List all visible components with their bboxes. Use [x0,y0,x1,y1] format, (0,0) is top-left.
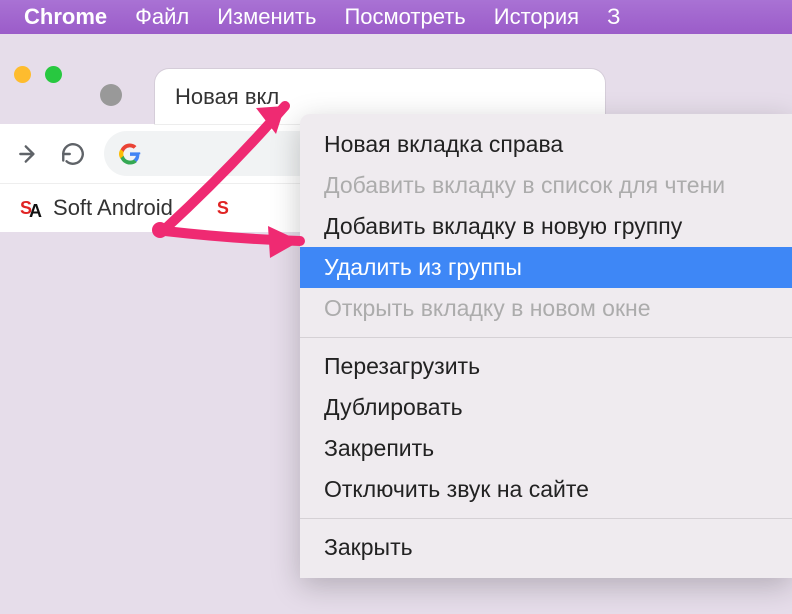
window-controls [14,66,62,83]
ctx-duplicate[interactable]: Дублировать [300,387,792,428]
bookmark-favicon: S [217,198,226,219]
bookmark-item[interactable]: Soft Android [53,195,173,221]
menu-view[interactable]: Посмотреть [330,0,479,34]
ctx-new-tab-right[interactable]: Новая вкладка справа [300,124,792,165]
browser-window: Новая вкл SA Soft Android S Новая вкладк… [0,34,792,614]
tab-group-indicator[interactable] [100,84,122,106]
ctx-remove-from-group[interactable]: Удалить из группы [300,247,792,288]
bookmark-favicon: SA [20,198,39,219]
menu-edit[interactable]: Изменить [203,0,330,34]
ctx-pin[interactable]: Закрепить [300,428,792,469]
ctx-separator [300,337,792,338]
menu-cutoff[interactable]: З [593,0,634,34]
ctx-add-to-new-group[interactable]: Добавить вкладку в новую группу [300,206,792,247]
ctx-mute-site[interactable]: Отключить звук на сайте [300,469,792,510]
macos-menubar: Chrome Файл Изменить Посмотреть История … [0,0,792,34]
ctx-reload[interactable]: Перезагрузить [300,346,792,387]
tab-title: Новая вкл [175,84,279,110]
ctx-separator [300,518,792,519]
minimize-button[interactable] [14,66,31,83]
ctx-close[interactable]: Закрыть [300,527,792,568]
ctx-open-in-new-window: Открыть вкладку в новом окне [300,288,792,329]
menu-file[interactable]: Файл [121,0,203,34]
tab-strip: Новая вкл [0,34,792,124]
zoom-button[interactable] [45,66,62,83]
reload-button[interactable] [60,141,86,167]
menu-history[interactable]: История [480,0,593,34]
ctx-add-to-reading-list: Добавить вкладку в список для чтени [300,165,792,206]
google-icon [118,142,142,166]
forward-button[interactable] [16,141,42,167]
app-name[interactable]: Chrome [10,0,121,34]
tab-context-menu: Новая вкладка справа Добавить вкладку в … [300,114,792,578]
